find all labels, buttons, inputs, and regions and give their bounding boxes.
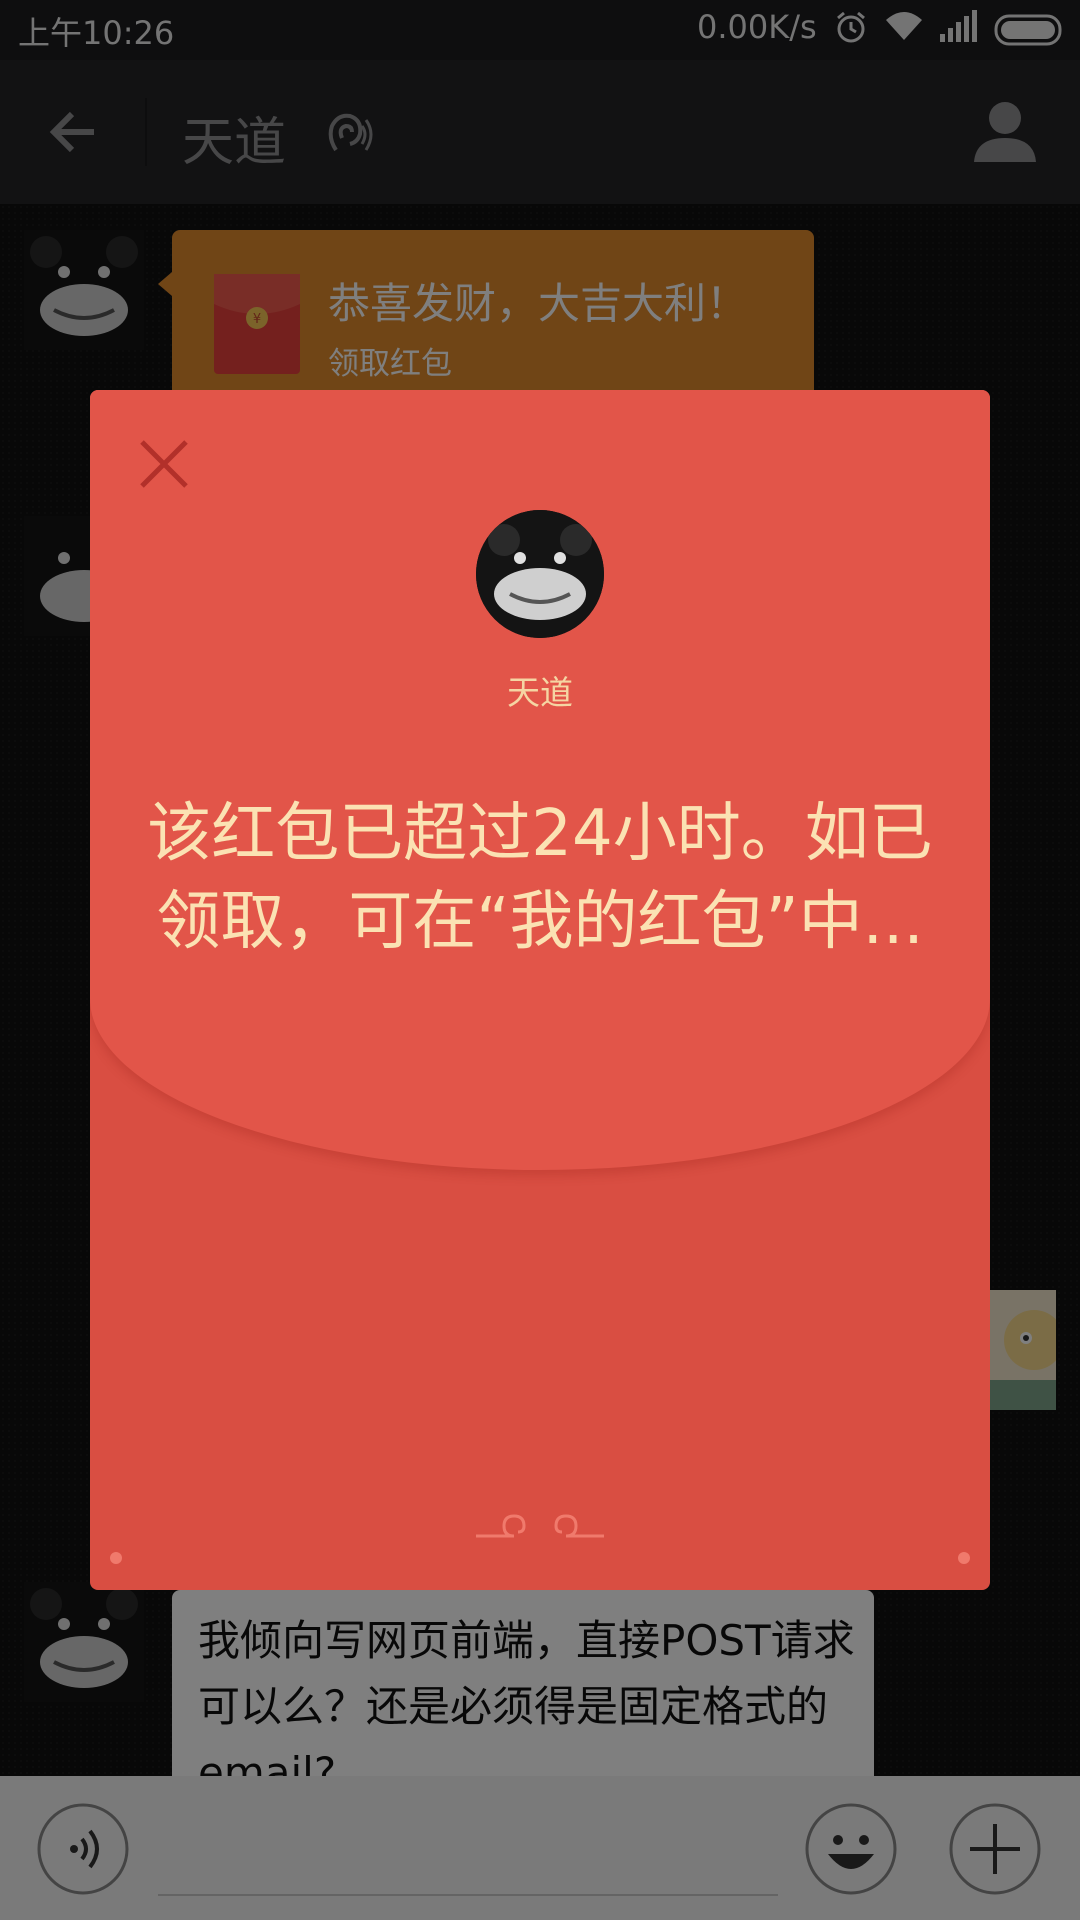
- modal-message: 该红包已超过24小时。如已领取，可在“我的红包”中...: [147, 797, 933, 959]
- cloud-ornament-icon: [476, 1514, 604, 1538]
- red-packet-modal: 天道 该红包已超过24小时。如已领取，可在“我的红包”中...: [90, 390, 990, 1590]
- modal-avatar: [476, 510, 604, 638]
- sender-avatar-image: [476, 510, 604, 638]
- close-icon[interactable]: [138, 438, 190, 490]
- modal-top-panel: [90, 390, 990, 1170]
- decor-dot: [958, 1552, 970, 1564]
- decor-dot: [110, 1552, 122, 1564]
- modal-sender-name: 天道: [507, 673, 573, 712]
